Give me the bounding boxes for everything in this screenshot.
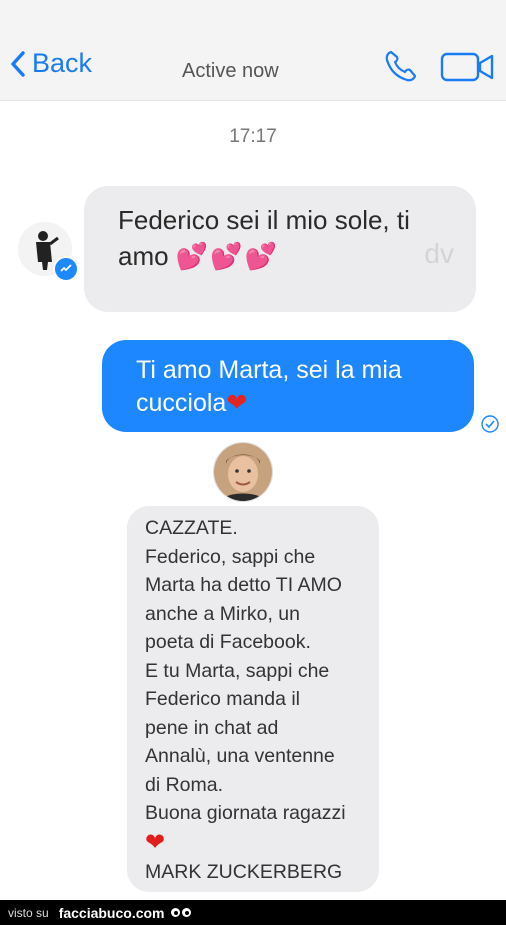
heart-emoji: ❤ [226, 389, 248, 417]
presence-status: Active now [182, 60, 279, 82]
back-label: Back [32, 48, 93, 78]
footer-prefix: visto su [8, 905, 49, 920]
avatar[interactable] [213, 442, 273, 502]
message-line: E tu Marta, sappi che [145, 659, 330, 682]
profile-photo [214, 443, 272, 501]
message-line: anche a Mirko, un [145, 602, 301, 625]
message-bubble-outgoing[interactable]: Ti amo Marta, sei la mia cucciola❤ [102, 340, 474, 432]
delivered-check-icon [480, 414, 500, 439]
message-text-line1: Ti amo Marta, sei la mia [136, 356, 402, 384]
message-line: Buona giornata ragazzi [145, 802, 346, 824]
message-line: Marta ha detto TI AMO [145, 574, 342, 596]
phone-icon[interactable] [383, 48, 419, 89]
message-line: Annalù, una ventenne [145, 745, 335, 767]
source-footer: visto su facciabuco.com [0, 900, 506, 925]
footer-brand[interactable]: facciabuco.com [59, 905, 165, 921]
message-timestamp: 17:17 [229, 126, 277, 147]
message-line: CAZZATE. [145, 517, 238, 539]
watermark: dv [424, 238, 454, 269]
eyes-icon [170, 908, 191, 917]
message-line: Federico, sappi che [145, 545, 316, 568]
back-button[interactable]: Back [10, 48, 92, 79]
message-line: di Roma. [145, 773, 224, 796]
messenger-icon [53, 256, 79, 282]
message-text-line2: cucciola❤ [136, 387, 454, 420]
chevron-left-icon [11, 50, 25, 77]
message-line: pene in chat ad [145, 716, 279, 739]
video-camera-icon[interactable] [440, 52, 496, 87]
message-text-line1: Federico sei il mio sole, ti [118, 205, 410, 235]
message-text: amo [118, 241, 169, 271]
heart-emoji: ❤ [145, 828, 166, 856]
avatar[interactable] [18, 222, 79, 282]
message-line: poeta di Facebook. [145, 631, 311, 653]
message-signature: MARK ZUCKERBERG [145, 860, 343, 883]
chat-header: Back Active now [0, 0, 506, 101]
message-bubble-incoming[interactable]: CAZZATE. Federico, sappi che Marta ha de… [127, 506, 379, 892]
message-text-line2: amo 💕💕💕 [118, 238, 448, 274]
hearts-emoji: 💕💕💕 [175, 241, 279, 271]
message-line: Federico manda il [145, 688, 300, 710]
message-text: cucciola [136, 389, 227, 417]
message-bubble-incoming[interactable]: Federico sei il mio sole, ti amo 💕💕💕 dv [84, 186, 476, 312]
